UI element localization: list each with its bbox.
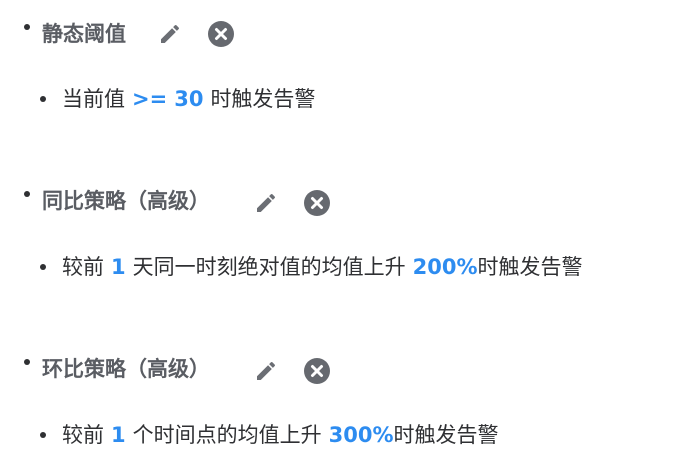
rule-prefix: 较前 [62, 423, 104, 447]
pencil-icon [161, 24, 180, 43]
strategy-title: 同比策略（高级） [42, 189, 210, 213]
edit-button[interactable] [156, 20, 184, 48]
edit-button[interactable] [252, 357, 280, 385]
close-circle-icon [304, 358, 330, 384]
edit-button[interactable] [252, 189, 280, 217]
rule-suffix: 时触发告警 [393, 423, 499, 447]
strategy-title-row: 环比策略（高级） [0, 351, 692, 387]
rule-count: 1 [111, 255, 126, 279]
bullet [40, 264, 46, 270]
delete-button[interactable] [206, 19, 236, 49]
rule-count: 1 [111, 423, 126, 447]
pencil-icon [257, 361, 276, 380]
bullet [24, 24, 30, 30]
rule-suffix: 时触发告警 [210, 87, 316, 111]
close-circle-icon [304, 190, 330, 216]
bullet [40, 432, 46, 438]
strategy-title: 环比策略（高级） [42, 357, 210, 381]
rule-percent: 200% [412, 255, 478, 279]
rule-text: 当前值 >= 30 时触发告警 [62, 81, 315, 117]
rule-prefix: 当前值 [62, 87, 125, 111]
bullet [24, 359, 30, 365]
rule-prefix: 较前 [62, 255, 104, 279]
rule-threshold: 30 [174, 87, 204, 111]
rule-percent: 300% [328, 423, 394, 447]
bullet [40, 96, 46, 102]
bullet [24, 191, 30, 197]
rule-text: 较前 1 天同一时刻绝对值的均值上升 200%时触发告警 [62, 249, 583, 285]
delete-button[interactable] [302, 188, 332, 218]
rule-suffix: 时触发告警 [477, 255, 583, 279]
close-circle-icon [208, 21, 234, 47]
strategy-title-row: 静态阈值 [0, 16, 692, 52]
delete-button[interactable] [302, 356, 332, 386]
rule-middle: 个时间点的均值上升 [132, 423, 322, 447]
rule-text: 较前 1 个时间点的均值上升 300%时触发告警 [62, 417, 499, 453]
rule-operator: >= [132, 87, 168, 111]
rule-row: 当前值 >= 30 时触发告警 [0, 81, 692, 117]
strategy-title-row: 同比策略（高级） [0, 183, 692, 219]
pencil-icon [257, 193, 276, 212]
strategy-title: 静态阈值 [42, 22, 126, 46]
rule-middle: 天同一时刻绝对值的均值上升 [132, 255, 406, 279]
rule-row: 较前 1 天同一时刻绝对值的均值上升 200%时触发告警 [0, 249, 692, 285]
rule-row: 较前 1 个时间点的均值上升 300%时触发告警 [0, 417, 692, 453]
